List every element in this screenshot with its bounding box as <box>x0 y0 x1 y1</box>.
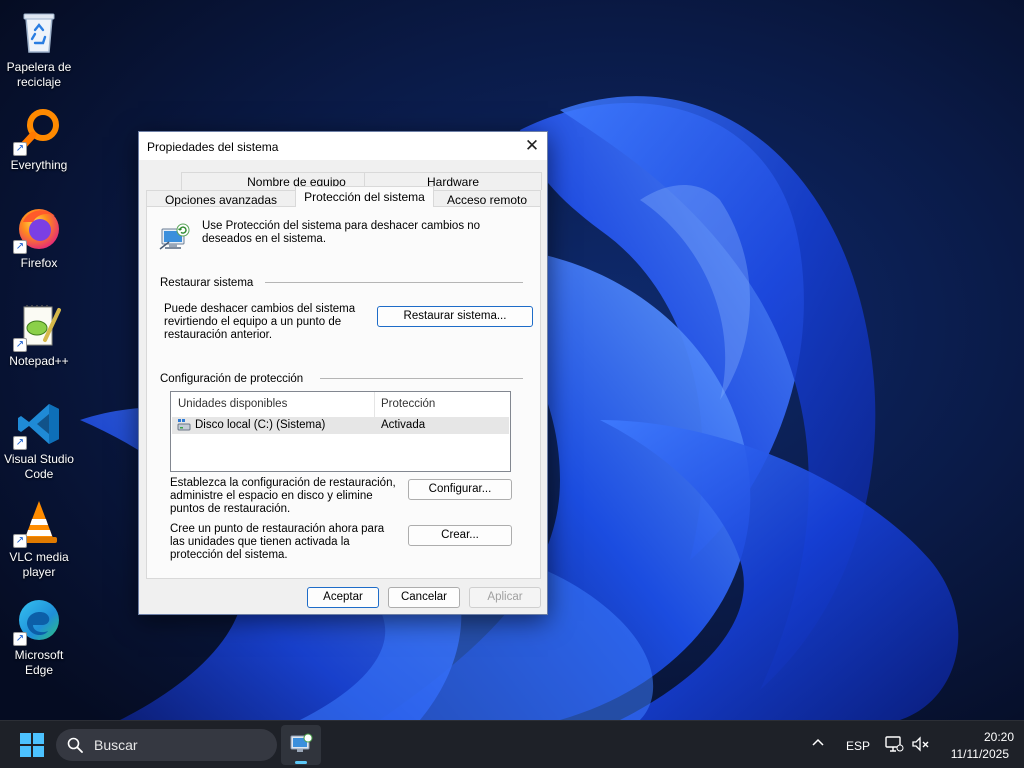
desktop-icon-everything[interactable]: ↗ Everything <box>0 106 78 173</box>
desktop-icon-vlc[interactable]: ↗ VLC media player <box>0 498 78 580</box>
restore-group-divider <box>265 282 523 283</box>
restore-group-title: Restaurar sistema <box>160 277 254 289</box>
volume-status[interactable] <box>910 734 930 754</box>
desktop-icon-edge[interactable]: ↗ Microsoft Edge <box>0 596 78 678</box>
desktop-icon-notepadpp[interactable]: ↗ Notepad++ <box>0 302 78 369</box>
desktop-icon-label: Notepad++ <box>9 354 69 368</box>
network-status[interactable] <box>884 734 904 754</box>
configure-description: Establezca la configuración de restaurac… <box>170 477 396 515</box>
ok-button[interactable]: Aceptar <box>307 587 379 608</box>
intro-text: Use Protección del sistema para deshacer… <box>202 220 481 245</box>
chevron-up-icon <box>812 738 824 746</box>
desktop-icon-label: Visual Studio Code <box>4 452 74 481</box>
tab-system-protection[interactable]: Protección del sistema <box>295 186 434 207</box>
desktop-icon-recycle-bin[interactable]: Papelera de reciclaje <box>0 8 78 90</box>
close-button[interactable]: ✕ <box>519 133 545 159</box>
cancel-button[interactable]: Cancelar <box>388 587 460 608</box>
taskbar-app-system-properties[interactable] <box>281 725 321 765</box>
desktop-icon-firefox[interactable]: ↗ Firefox <box>0 204 78 271</box>
desktop-icon-label: Everything <box>10 158 68 172</box>
drives-list[interactable]: Unidades disponibles Protección Disco lo… <box>170 391 511 472</box>
desktop-icon-label: Papelera de reciclaje <box>6 60 72 89</box>
column-header-protection[interactable]: Protección <box>374 392 508 417</box>
dialog-title: Propiedades del sistema <box>147 140 279 154</box>
volume-muted-icon <box>912 736 929 752</box>
shortcut-arrow-icon: ↗ <box>13 338 27 352</box>
language-indicator[interactable]: ESP <box>846 739 870 753</box>
taskbar: Buscar ESP 20:20 11/11/2025 <box>0 720 1024 768</box>
network-monitor-icon <box>885 736 904 752</box>
clock-date[interactable]: 11/11/2025 <box>929 747 1009 761</box>
shortcut-arrow-icon: ↗ <box>13 632 27 646</box>
restore-system-button[interactable]: Restaurar sistema... <box>377 306 533 327</box>
restore-description: Puede deshacer cambios del sistema revir… <box>164 303 356 341</box>
system-properties-app-icon <box>290 733 313 752</box>
protection-group-divider <box>320 378 523 379</box>
windows-start-icon[interactable] <box>20 733 44 757</box>
shortcut-arrow-icon: ↗ <box>13 436 27 450</box>
desktop-icon-label: VLC media player <box>9 550 69 579</box>
create-description: Cree un punto de restauración ahora para… <box>170 523 385 561</box>
clock-time[interactable]: 20:20 <box>944 730 1014 744</box>
system-protection-computer-icon <box>159 223 190 250</box>
apply-button[interactable]: Aplicar <box>469 587 541 608</box>
table-row[interactable]: Disco local (C:) (Sistema) Activada <box>172 417 509 434</box>
desktop-icon-label: Firefox <box>20 256 58 270</box>
search-icon <box>67 737 83 753</box>
taskbar-search-box[interactable]: Buscar <box>56 729 277 761</box>
protection-status-cell: Activada <box>381 419 426 431</box>
protection-group-title: Configuración de protección <box>160 373 304 385</box>
dialog-titlebar[interactable]: Propiedades del sistema ✕ <box>139 132 547 160</box>
system-properties-dialog: Propiedades del sistema ✕ Nombre de equi… <box>138 131 548 615</box>
running-indicator <box>295 761 307 764</box>
column-header-drives[interactable]: Unidades disponibles <box>171 392 374 417</box>
create-button[interactable]: Crear... <box>408 525 512 546</box>
shortcut-arrow-icon: ↗ <box>13 240 27 254</box>
shortcut-arrow-icon: ↗ <box>13 534 27 548</box>
search-placeholder: Buscar <box>94 737 138 753</box>
configure-button[interactable]: Configurar... <box>408 479 512 500</box>
desktop-icon-label: Microsoft Edge <box>14 648 64 677</box>
drive-icon <box>177 419 191 431</box>
recycle-bin-icon <box>23 13 55 53</box>
desktop-icon-vscode[interactable]: ↗ Visual Studio Code <box>0 400 78 482</box>
drive-name-cell: Disco local (C:) (Sistema) <box>195 419 326 431</box>
shortcut-arrow-icon: ↗ <box>13 142 27 156</box>
system-protection-panel: Use Protección del sistema para deshacer… <box>146 206 541 579</box>
tray-overflow-chevron[interactable] <box>810 735 826 751</box>
